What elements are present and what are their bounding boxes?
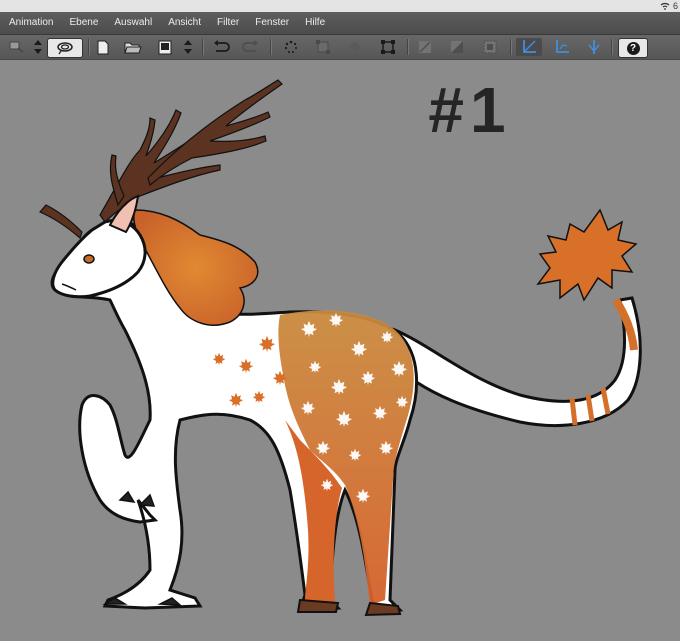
canvas-size-button[interactable]	[156, 38, 174, 56]
undo-icon	[214, 40, 230, 52]
menu-auswahl[interactable]: Auswahl	[106, 12, 160, 34]
menu-fenster[interactable]: Fenster	[247, 12, 297, 34]
help-icon: ?	[626, 41, 640, 55]
toolbar-separator	[88, 39, 89, 55]
tail-leaf	[536, 208, 638, 302]
transform-button[interactable]	[312, 38, 334, 56]
loading-button[interactable]	[280, 38, 302, 56]
up-down-arrows-icon	[184, 40, 192, 54]
symmetry-button[interactable]	[582, 38, 606, 56]
menu-ebene[interactable]: Ebene	[61, 12, 106, 34]
toolbar: ?	[0, 35, 680, 60]
artwork: #1	[39, 74, 642, 617]
status-right: 6	[660, 0, 678, 12]
perspective-ruler-button[interactable]	[550, 38, 574, 56]
menu-bar: Animation Ebene Auswahl Ansicht Filter F…	[0, 12, 680, 35]
menu-hilfe[interactable]: Hilfe	[297, 12, 333, 34]
selection-border-icon	[483, 40, 497, 54]
help-button[interactable]: ?	[618, 38, 648, 58]
redo-button[interactable]	[240, 38, 262, 56]
crop-button[interactable]	[377, 38, 399, 56]
undo-button[interactable]	[210, 38, 232, 56]
crop-icon	[381, 40, 395, 54]
stepper-1[interactable]	[32, 38, 44, 56]
menu-filter[interactable]: Filter	[209, 12, 247, 34]
redo-icon	[242, 40, 258, 52]
invert-selection-button[interactable]	[446, 38, 468, 56]
status-bar: 6	[0, 0, 680, 12]
layer-select-icon	[9, 41, 24, 53]
invert-selection-icon	[451, 41, 463, 53]
fill-bucket-icon	[349, 41, 361, 53]
toolbar-separator	[611, 39, 612, 55]
stepper-2[interactable]	[182, 38, 194, 56]
perspective-icon	[556, 40, 569, 53]
deselect-button[interactable]	[414, 38, 436, 56]
heading-number: #1	[428, 74, 511, 146]
layer-select-button[interactable]	[8, 38, 26, 56]
symmetry-icon	[588, 40, 600, 54]
open-file-button[interactable]	[122, 38, 144, 56]
menu-animation[interactable]: Animation	[0, 12, 61, 34]
fill-button[interactable]	[344, 38, 366, 56]
toolbar-separator	[202, 39, 203, 55]
menu-ansicht[interactable]: Ansicht	[160, 12, 209, 34]
toolbar-separator	[407, 39, 408, 55]
new-document-icon	[97, 40, 109, 54]
transform-box-icon	[316, 40, 330, 54]
lasso-tool-button[interactable]	[47, 38, 83, 58]
ruler-button[interactable]	[516, 38, 542, 56]
deselect-icon	[419, 41, 431, 53]
toolbar-separator	[270, 39, 271, 55]
new-file-button[interactable]	[94, 38, 112, 56]
heading-text: #1	[428, 74, 511, 146]
spinner-icon	[284, 40, 297, 53]
up-down-arrows-icon	[34, 40, 42, 54]
lasso-icon	[57, 42, 73, 55]
battery-text: 6	[672, 1, 678, 11]
folder-open-icon	[124, 42, 142, 54]
tail	[393, 296, 642, 428]
wifi-icon	[660, 2, 670, 10]
ruler-icon	[523, 40, 536, 53]
drawing-canvas[interactable]: #1	[0, 60, 680, 641]
toolbar-separator	[510, 39, 511, 55]
selection-border-button[interactable]	[479, 38, 501, 56]
canvas-icon	[158, 40, 172, 54]
